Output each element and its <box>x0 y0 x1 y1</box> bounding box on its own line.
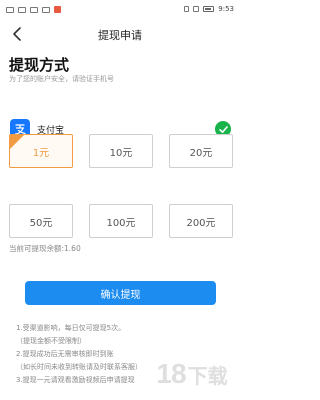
amount-option-1[interactable]: 1元 <box>9 134 73 168</box>
nav-bar: 提现申请 <box>0 20 240 48</box>
amount-option-10[interactable]: 10元 <box>89 134 153 168</box>
status-system-icons: 9:53 <box>184 5 234 13</box>
app-notification-icon <box>54 6 61 13</box>
note-line: 1.受渠道影响，每日仅可提现5次。 <box>16 324 126 332</box>
available-balance: 当前可提现余额:1.60 <box>9 244 81 253</box>
amount-option-label: 100元 <box>106 217 136 229</box>
bluetooth-icon <box>184 6 190 12</box>
site-watermark-logo: 18 下载 <box>150 352 234 396</box>
wifi-icon <box>18 6 26 13</box>
amount-option-20[interactable]: 20元 <box>169 134 233 168</box>
amount-option-label: 1元 <box>32 147 50 159</box>
confirm-withdraw-button[interactable]: 确认提现 <box>25 281 216 305</box>
nav-title: 提现申请 <box>98 29 142 42</box>
amount-option-100[interactable]: 100元 <box>89 204 153 238</box>
amount-option-label: 200元 <box>186 217 216 229</box>
watermark-number: 18 <box>156 358 186 389</box>
page-title: 提现方式 <box>9 56 70 74</box>
vibrate-icon <box>193 6 200 12</box>
watermark-text: 下载 <box>187 363 228 388</box>
amount-option-50[interactable]: 50元 <box>9 204 73 238</box>
image-notification-icon <box>30 6 38 13</box>
status-time: 9:53 <box>218 5 234 13</box>
amount-option-label: 50元 <box>29 217 53 229</box>
amount-option-200[interactable]: 200元 <box>169 204 233 238</box>
amount-option-label: 10元 <box>109 147 133 159</box>
signal-icon <box>6 6 14 13</box>
note-line: （提现金额不受限制） <box>16 337 86 345</box>
amount-option-label: 20元 <box>189 147 213 159</box>
selected-corner-marker <box>10 135 24 149</box>
battery-icon <box>203 6 215 12</box>
message-notification-icon <box>42 6 50 13</box>
page-subtitle: 为了您的账户安全，请验证手机号 <box>9 75 114 83</box>
status-notification-icons <box>6 6 61 13</box>
status-bar: 9:53 <box>0 0 240 20</box>
